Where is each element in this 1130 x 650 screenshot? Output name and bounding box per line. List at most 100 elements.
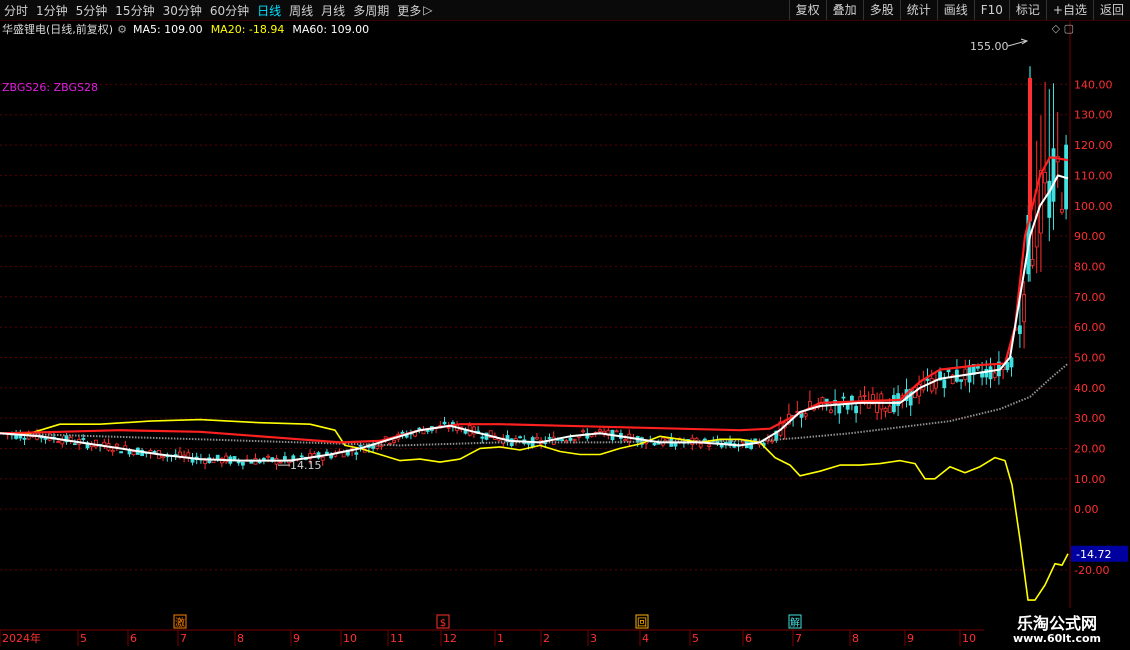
- month-label-2: 6: [130, 632, 137, 645]
- candle-body-84: [354, 452, 359, 455]
- period-tab-4[interactable]: 30分钟: [163, 2, 202, 19]
- y-tick-label-10: 40.00: [1074, 382, 1106, 395]
- ma20-value: MA20: -18.94: [210, 22, 285, 36]
- y-tick-label-6: 80.00: [1074, 260, 1106, 273]
- candle-body-240: [1009, 357, 1014, 368]
- event-marker-label-3: 解: [790, 616, 800, 629]
- candle-body-66: [278, 461, 283, 464]
- candle-body-200: [841, 396, 846, 399]
- y-tick-label-9: 50.00: [1074, 351, 1106, 364]
- price-axis-labels: 140.00 130.00 120.00 110.00 100.00 90.00 80.00…: [1071, 78, 1128, 577]
- period-tab-6[interactable]: 日线: [257, 2, 281, 19]
- month-label-17: 9: [907, 632, 914, 645]
- candle-body-93: [392, 439, 397, 443]
- candle-body-220: [925, 378, 930, 381]
- candle-body-71: [299, 455, 304, 458]
- month-label-13: 5: [692, 632, 699, 645]
- tool-button-4[interactable]: 画线: [936, 0, 974, 20]
- candle-body-239: [1005, 362, 1010, 371]
- period-tab-0[interactable]: 分时: [4, 2, 28, 19]
- tool-button-2[interactable]: 多股: [862, 0, 900, 20]
- period-tab-10[interactable]: 更多: [397, 2, 421, 19]
- tool-button-5[interactable]: F10: [973, 0, 1009, 20]
- event-marker-label-1: $: [440, 618, 446, 629]
- month-label-14: 6: [745, 632, 752, 645]
- low-price-label: 14.15: [290, 459, 322, 472]
- price-grid: [0, 83, 1070, 571]
- kline-chart[interactable]: 140.00130.00120.00110.00100.0090.0080.00…: [0, 0, 1130, 650]
- y-tick-label-7: 70.00: [1074, 291, 1106, 304]
- candle-body-135: [568, 437, 573, 441]
- tool-button-0[interactable]: 复权: [788, 0, 826, 20]
- window-icon[interactable]: ▢: [1064, 22, 1074, 35]
- event-marker-label-2: 回: [637, 617, 647, 629]
- candle-body-160: [673, 442, 678, 447]
- candle-body-89: [375, 445, 380, 449]
- month-label-18: 10: [962, 632, 976, 645]
- candle-body-105: [442, 421, 447, 425]
- candle-body-57: [240, 461, 245, 466]
- candle-body-243: [1022, 294, 1026, 323]
- candle-body-142: [598, 429, 602, 432]
- candle-body-224: [942, 379, 947, 389]
- settings-gear-icon[interactable]: ⚙: [117, 23, 127, 36]
- period-tab-9[interactable]: 多周期: [353, 2, 389, 19]
- month-label-16: 8: [852, 632, 859, 645]
- candle-body-249: [1047, 180, 1052, 218]
- candle-body-13: [56, 441, 60, 443]
- period-tab-7[interactable]: 周线: [289, 2, 313, 19]
- month-label-3: 7: [180, 632, 187, 645]
- stock-title[interactable]: 华盛锂电(日线,前复权): [2, 21, 113, 37]
- candle-body-146: [614, 430, 619, 433]
- candle-body-138: [581, 430, 585, 433]
- candle-body-210: [883, 407, 888, 412]
- candle-body-248: [1043, 171, 1047, 184]
- y-tick-label-12: 20.00: [1074, 442, 1106, 455]
- candle-body-26: [110, 450, 115, 453]
- formula-label: ZBGS26: ZBGS28: [2, 81, 98, 94]
- watermark-url: www.60lt.com: [1012, 632, 1102, 645]
- period-tab-2[interactable]: 5分钟: [76, 2, 108, 19]
- candle-body-106: [446, 426, 451, 429]
- candle-body-242: [1018, 325, 1022, 335]
- chart-legend: 华盛锂电(日线,前复权) ⚙ MA5: 109.00 MA20: -18.94 …: [2, 21, 377, 37]
- tool-button-6[interactable]: 标记: [1008, 0, 1046, 20]
- y-tick-label-14: 0.00: [1074, 503, 1099, 516]
- y-tick-label-5: 90.00: [1074, 230, 1106, 243]
- candle-body-55: [232, 456, 237, 461]
- current-value-label: -14.72: [1076, 548, 1111, 561]
- more-arrow-icon[interactable]: ▷: [423, 3, 432, 17]
- period-tab-5[interactable]: 60分钟: [210, 2, 249, 19]
- candle-body-236: [992, 372, 997, 379]
- candle-body-101: [425, 429, 430, 432]
- candlestick-series: [1, 66, 1068, 470]
- tool-button-1[interactable]: 叠加: [825, 0, 863, 20]
- period-tab-1[interactable]: 1分钟: [36, 2, 68, 19]
- tool-button-7[interactable]: +自选: [1045, 0, 1093, 20]
- tool-button-3[interactable]: 统计: [899, 0, 937, 20]
- candle-body-123: [518, 436, 522, 439]
- candle-body-67: [282, 456, 287, 460]
- tool-button-8[interactable]: 返回: [1092, 0, 1130, 20]
- candle-body-245: [1030, 258, 1035, 266]
- candle-body-36: [152, 450, 157, 453]
- high-price-label: 155.00: [970, 40, 1009, 53]
- period-tab-8[interactable]: 月线: [321, 2, 345, 19]
- candle-body-38: [161, 456, 166, 459]
- month-label-1: 5: [80, 632, 87, 645]
- candle-body-114: [480, 436, 485, 439]
- y-tick-label-3: 110.00: [1074, 169, 1113, 182]
- y-tick-label-15: -20.00: [1074, 564, 1109, 577]
- yellow-indicator-line: [0, 418, 1069, 601]
- period-tab-3[interactable]: 15分钟: [115, 2, 154, 19]
- candle-body-17: [73, 443, 77, 446]
- month-label-7: 11: [390, 632, 404, 645]
- candle-body-203: [854, 405, 858, 414]
- period-toolbar: 分时 1分钟 5分钟 15分钟 30分钟 60分钟 日线 周线 月线 多周期 更多 ▷ 复权 叠加 多股统…: [0, 0, 1130, 21]
- candle-body-166: [698, 443, 703, 448]
- y-tick-label-1: 130.00: [1074, 109, 1113, 122]
- diamond-icon[interactable]: ◇: [1052, 22, 1060, 35]
- candle-body-201: [845, 404, 850, 410]
- event-markers[interactable]: 激 $ 回 解: [173, 614, 802, 629]
- month-label-11: 3: [590, 632, 597, 645]
